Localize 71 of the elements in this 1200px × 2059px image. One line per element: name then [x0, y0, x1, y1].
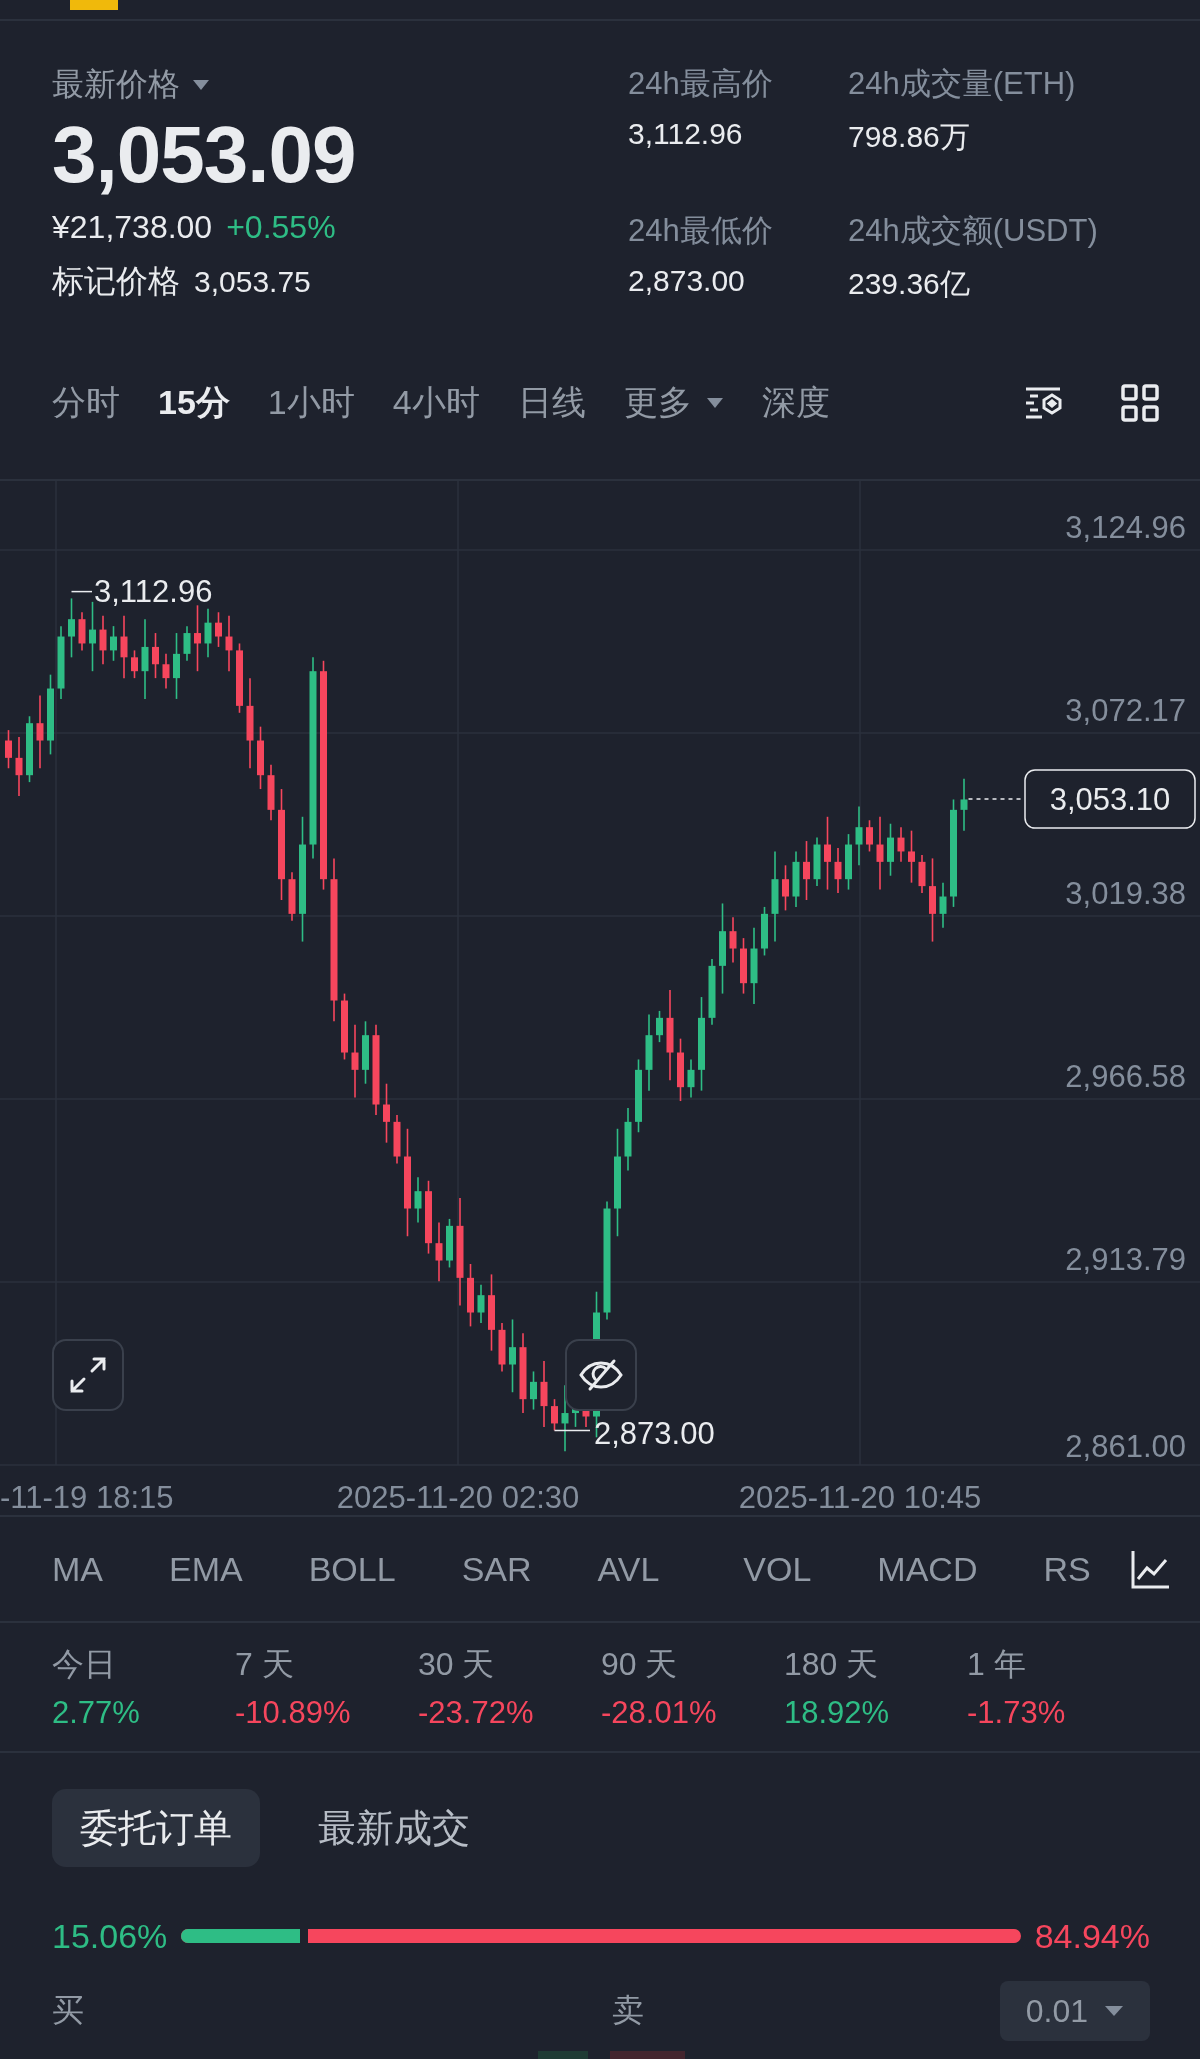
- stat-value: 239.36亿: [848, 265, 971, 302]
- stat-label: 24h成交额(USDT): [848, 211, 1099, 250]
- time-axis-label: -11-19 18:15: [0, 1480, 174, 1515]
- indicator-tab[interactable]: RS: [1043, 1549, 1091, 1589]
- high-price-marker: 3,112.96: [94, 573, 213, 609]
- mark-price: 3,053.75: [194, 265, 311, 299]
- indicator-tab[interactable]: SAR: [461, 1549, 532, 1589]
- stat-label: 24h成交量(ETH): [848, 65, 1077, 103]
- period-label: 7 天: [235, 1645, 295, 1684]
- indicator-tab[interactable]: BOLL: [308, 1549, 396, 1589]
- last-price-tag: 3,053.10: [1024, 769, 1196, 829]
- low-price-marker: 2,873.00: [594, 1416, 715, 1452]
- price-axis-label: 2,913.79: [1065, 1242, 1186, 1277]
- period-label: 30 天: [418, 1645, 496, 1684]
- indicator-tab[interactable]: MA: [52, 1549, 103, 1589]
- interval-tab[interactable]: 15分: [158, 379, 230, 426]
- cny-price: ¥21,738.00: [52, 209, 213, 246]
- expand-button[interactable]: [52, 1339, 124, 1411]
- period-change: -10.89%: [235, 1695, 352, 1731]
- order-tab[interactable]: 最新成交: [290, 1789, 498, 1867]
- hide-button[interactable]: [565, 1339, 637, 1411]
- indicator-tab[interactable]: AVL: [597, 1549, 660, 1589]
- tab-indicator: [70, 0, 118, 10]
- caret-icon: [192, 79, 210, 91]
- sell-ratio: 84.94%: [1034, 1916, 1150, 1956]
- indicator-tab[interactable]: EMA: [169, 1549, 243, 1589]
- more-dropdown[interactable]: 更多: [623, 379, 724, 426]
- price-change: +0.55%: [226, 209, 336, 246]
- sell-column-label: 卖: [612, 1991, 645, 2030]
- mark-price-label: 标记价格: [52, 262, 180, 301]
- line-chart-icon[interactable]: [1130, 1549, 1170, 1589]
- stat-label: 24h最低价: [628, 211, 774, 250]
- interval-tab[interactable]: 4小时: [392, 379, 480, 426]
- last-price: 3,053.09: [52, 115, 357, 195]
- price-type-dropdown[interactable]: 最新价格: [52, 63, 210, 107]
- expand-icon: [68, 1355, 108, 1395]
- interval-tab[interactable]: 日线: [517, 379, 586, 426]
- price-axis-label: 2,861.00: [1065, 1429, 1186, 1464]
- interval-tab[interactable]: 分时: [52, 379, 120, 426]
- stat-value: 3,112.96: [628, 117, 744, 151]
- price-axis-label: 3,072.17: [1065, 693, 1186, 728]
- period-label: 1 年: [967, 1645, 1027, 1684]
- price-axis-label: 3,019.38: [1065, 876, 1186, 911]
- time-axis-label: 2025-11-20 10:45: [738, 1480, 982, 1515]
- stat-value: 798.86万: [848, 119, 971, 155]
- price-axis-label: 3,124.96: [1065, 510, 1186, 545]
- indicator-tab[interactable]: MACD: [877, 1549, 978, 1589]
- stat-value: 2,873.00: [628, 263, 746, 298]
- order-tab[interactable]: 委托订单: [52, 1789, 260, 1867]
- caret-icon: [705, 396, 724, 409]
- leader-line: [553, 1429, 591, 1432]
- price-axis-label: 2,966.58: [1065, 1059, 1186, 1094]
- precision-dropdown[interactable]: 0.01: [999, 1981, 1150, 2041]
- period-change: 18.92%: [784, 1695, 891, 1731]
- period-change: -23.72%: [418, 1695, 535, 1731]
- indicator-tab[interactable]: VOL: [743, 1549, 812, 1589]
- interval-tab[interactable]: 1小时: [267, 379, 355, 426]
- time-axis-label: 2025-11-20 02:30: [336, 1480, 580, 1515]
- period-change: -1.73%: [967, 1695, 1067, 1731]
- period-label: 90 天: [601, 1645, 679, 1684]
- stat-label: 24h最高价: [628, 65, 774, 103]
- grid-icon[interactable]: [1120, 382, 1160, 423]
- buy-column-label: 买: [52, 1991, 85, 2030]
- period-label: 今日: [52, 1645, 117, 1684]
- period-change: 2.77%: [52, 1695, 141, 1731]
- caret-icon: [1104, 2005, 1124, 2017]
- buy-ratio: 15.06%: [52, 1916, 168, 1956]
- leader-line: [70, 590, 93, 593]
- interval-tab[interactable]: 深度: [761, 379, 830, 426]
- period-change: -28.01%: [601, 1695, 718, 1731]
- period-label: 180 天: [784, 1645, 880, 1684]
